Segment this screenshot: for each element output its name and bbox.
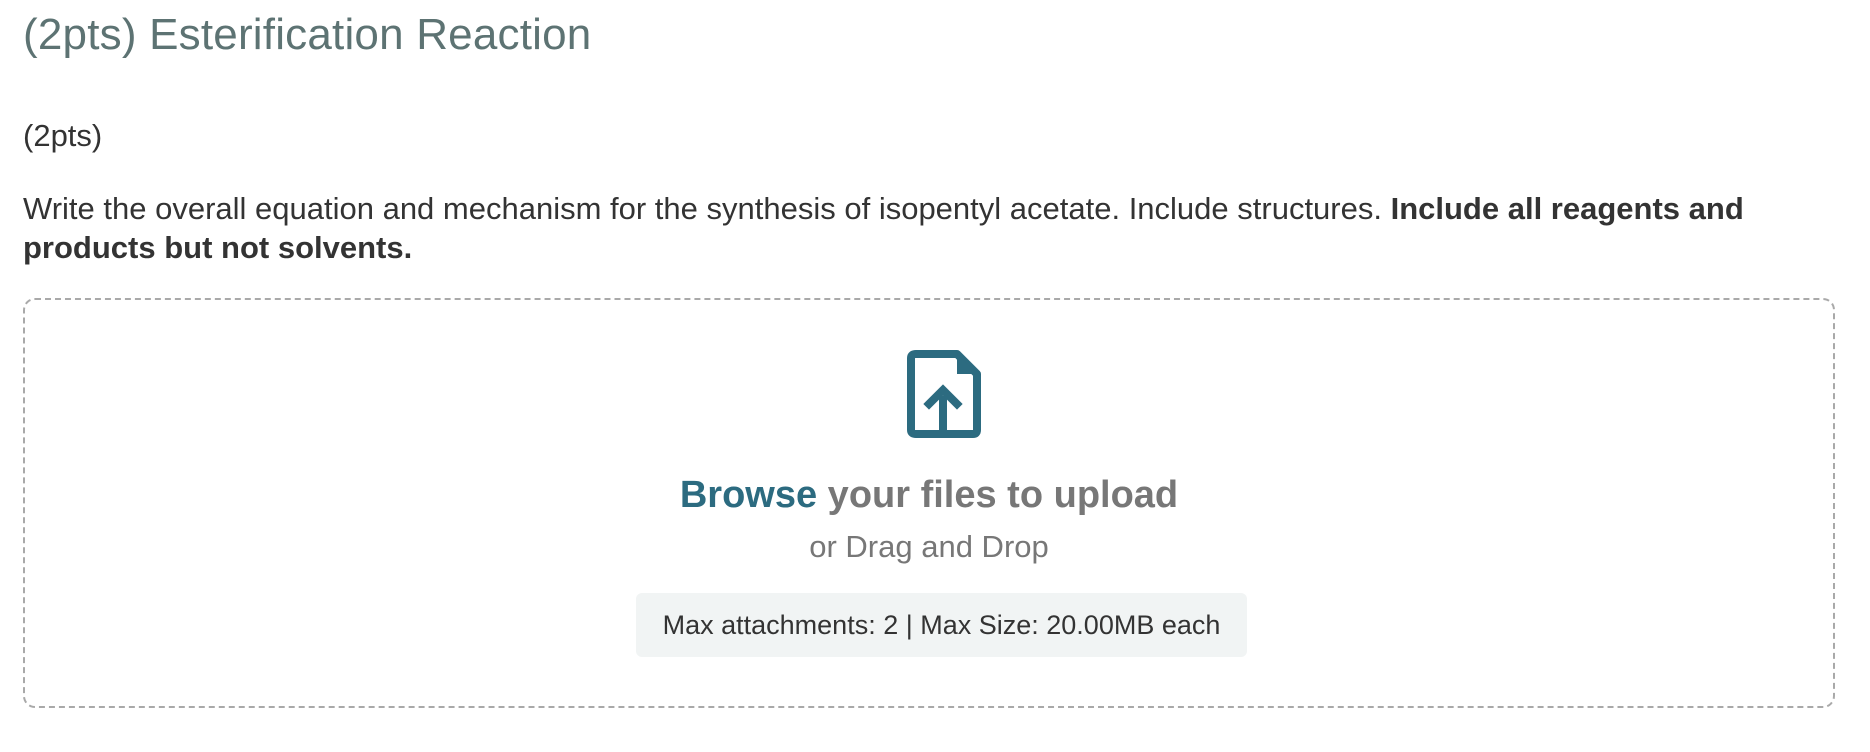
prompt-text: Write the overall equation and mechanism…: [23, 191, 1391, 226]
file-upload-icon[interactable]: [905, 350, 981, 438]
file-dropzone[interactable]: Browse your files to upload or Drag and …: [23, 298, 1835, 708]
question-prompt: Write the overall equation and mechanism…: [23, 189, 1823, 267]
browse-line: Browse your files to upload: [25, 474, 1833, 517]
points-label: (2pts): [23, 118, 103, 153]
attachment-limits-badge: Max attachments: 2 | Max Size: 20.00MB e…: [636, 593, 1247, 657]
browse-suffix: your files to upload: [817, 474, 1179, 516]
drag-drop-hint: or Drag and Drop: [809, 529, 1049, 564]
browse-link[interactable]: Browse: [680, 474, 817, 516]
question-title: (2pts) Esterification Reaction: [23, 10, 592, 59]
